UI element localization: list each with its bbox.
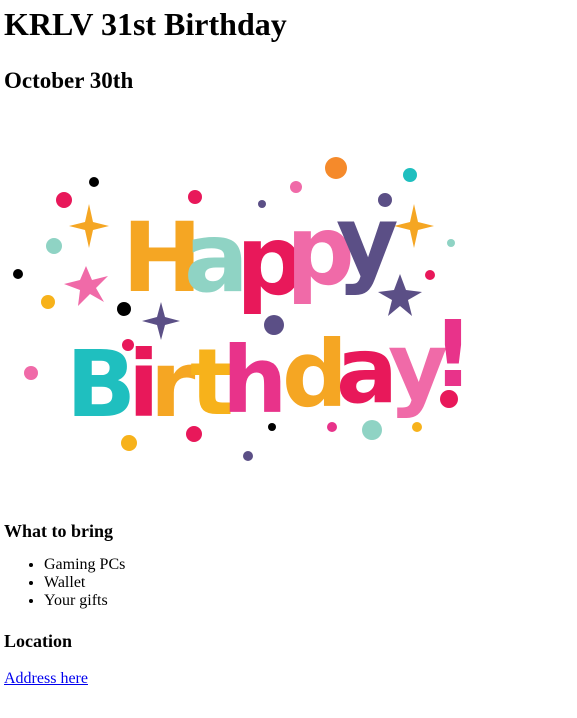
list-item: Gaming PCs <box>44 556 573 574</box>
list-item: Your gifts <box>44 592 573 610</box>
happy-birthday-banner-image: H a p p y B i r t h d a y ! <box>4 116 478 502</box>
list-item: Wallet <box>44 574 573 592</box>
event-date: October 30th <box>4 68 134 93</box>
location-heading: Location <box>4 631 73 651</box>
bring-list: Gaming PCs Wallet Your gifts <box>4 556 573 610</box>
page: KRLV 31st Birthday October 30th H a p p … <box>0 6 577 688</box>
svg-text:!: ! <box>432 301 474 408</box>
svg-text:B: B <box>66 331 136 438</box>
address-link[interactable]: Address here <box>4 670 88 688</box>
what-to-bring-heading: What to bring <box>4 521 114 541</box>
page-title: KRLV 31st Birthday <box>4 6 287 42</box>
svg-text:h: h <box>222 327 288 434</box>
svg-text:y: y <box>336 185 399 297</box>
